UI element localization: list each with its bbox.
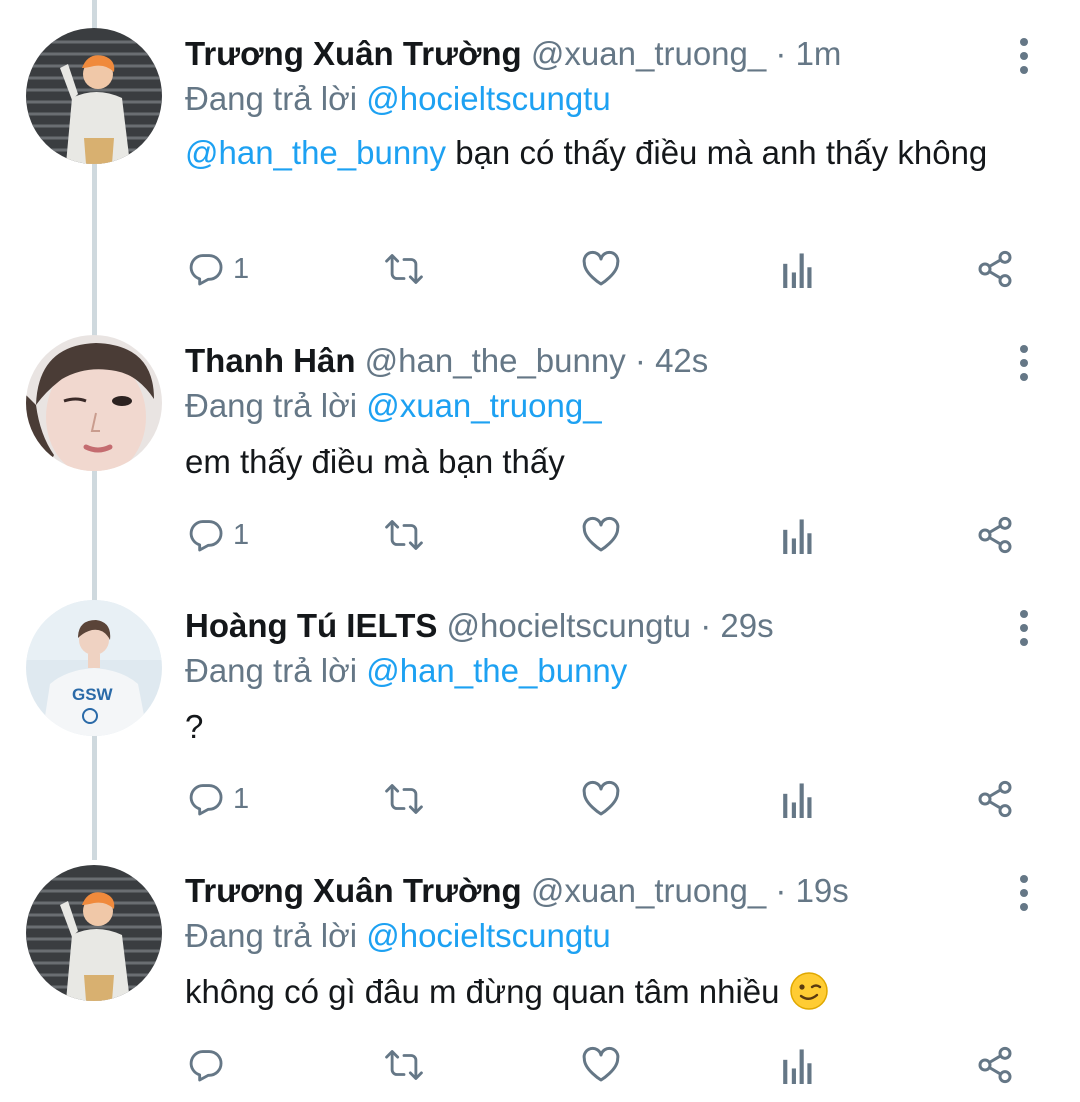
- reply-count: 1: [233, 782, 250, 815]
- tweet-text-content: không có gì đâu m đừng quan tâm nhiều: [185, 973, 780, 1010]
- display-name[interactable]: Hoàng Tú IELTS: [185, 607, 437, 644]
- reply-button[interactable]: [187, 1040, 233, 1090]
- share-icon: [978, 516, 1012, 554]
- like-icon: [582, 250, 620, 286]
- share-button[interactable]: [975, 1040, 1015, 1090]
- retweet-icon: [385, 1050, 423, 1080]
- user-handle[interactable]: @han_the_bunny: [365, 342, 626, 379]
- analytics-icon: [783, 253, 812, 288]
- share-button[interactable]: [975, 774, 1015, 824]
- tweet-text-content: bạn có thấy điều mà anh thấy không: [446, 134, 988, 171]
- shirt-print: GSW: [72, 685, 114, 704]
- more-options-icon[interactable]: [1010, 608, 1038, 648]
- replying-to: Đang trả lời @hocieltscungtu: [185, 913, 611, 959]
- reply-count: 1: [233, 518, 250, 551]
- share-icon: [978, 1046, 1012, 1084]
- avatar[interactable]: [26, 335, 162, 471]
- reply-count: 1: [233, 252, 250, 285]
- person-gsw-shirt-avatar: GSW: [26, 600, 162, 736]
- like-icon: [582, 1046, 620, 1082]
- avatar[interactable]: GSW: [26, 600, 162, 736]
- retweet-icon: [385, 520, 423, 550]
- display-name[interactable]: Trương Xuân Trường: [185, 872, 522, 909]
- reply-icon: [189, 784, 223, 816]
- tweet-actions: [0, 1040, 1080, 1096]
- analytics-icon: [783, 1049, 812, 1084]
- replying-to-mention[interactable]: @han_the_bunny: [366, 652, 627, 689]
- tweet-actions: 1: [0, 510, 1080, 566]
- tweet-text: không có gì đâu m đừng quan tâm nhiều: [185, 971, 1005, 1013]
- retweet-icon: [385, 784, 423, 814]
- reply-button[interactable]: 1: [187, 244, 249, 294]
- person-closeup-winking-avatar: [26, 335, 162, 471]
- analytics-button[interactable]: [779, 244, 815, 294]
- reply-icon: [189, 1050, 223, 1082]
- analytics-button[interactable]: [779, 774, 815, 824]
- tweet-text: em thấy điều mà bạn thấy: [185, 441, 1005, 483]
- analytics-button[interactable]: [779, 510, 815, 560]
- avatar[interactable]: [26, 28, 162, 164]
- replying-to-label: Đang trả lời: [185, 652, 358, 689]
- like-button[interactable]: [581, 774, 621, 824]
- analytics-icon: [783, 783, 812, 818]
- tweet-header: Thanh Hân @han_the_bunny · 42s: [185, 337, 985, 385]
- tweet-header: Trương Xuân Trường @xuan_truong_ · 1m: [185, 30, 985, 78]
- like-button[interactable]: [581, 244, 621, 294]
- more-options-icon[interactable]: [1010, 36, 1038, 76]
- tweet[interactable]: Trương Xuân Trường @xuan_truong_ · 1m Đa…: [0, 0, 1080, 265]
- replying-to-label: Đang trả lời: [185, 917, 358, 954]
- tweet-time[interactable]: · 29s: [700, 607, 773, 644]
- replying-to: Đang trả lời @xuan_truong_: [185, 383, 602, 429]
- person-orange-hair-avatar: [26, 865, 162, 1001]
- tweet-text: @han_the_bunny bạn có thấy điều mà anh t…: [185, 132, 1005, 174]
- tweet-time[interactable]: · 1m: [775, 35, 841, 72]
- user-handle[interactable]: @xuan_truong_: [531, 872, 766, 909]
- more-options-icon[interactable]: [1010, 873, 1038, 913]
- display-name[interactable]: Thanh Hân: [185, 342, 356, 379]
- avatar[interactable]: [26, 865, 162, 1001]
- like-icon: [582, 516, 620, 552]
- like-button[interactable]: [581, 1040, 621, 1090]
- person-orange-hair-avatar: [26, 28, 162, 164]
- retweet-icon: [385, 254, 423, 284]
- replying-to-mention[interactable]: @hocieltscungtu: [366, 80, 610, 117]
- retweet-button[interactable]: [382, 774, 426, 824]
- user-handle[interactable]: @xuan_truong_: [531, 35, 766, 72]
- tweet-header: Trương Xuân Trường @xuan_truong_ · 19s: [185, 867, 985, 915]
- display-name[interactable]: Trương Xuân Trường: [185, 35, 522, 72]
- replying-to: Đang trả lời @hocieltscungtu: [185, 76, 611, 122]
- share-icon: [978, 780, 1012, 818]
- tweet-text-content: em thấy điều mà bạn thấy: [185, 443, 565, 480]
- analytics-icon: [783, 519, 812, 554]
- tweet-header: Hoàng Tú IELTS @hocieltscungtu · 29s: [185, 602, 985, 650]
- tweet-time[interactable]: · 19s: [775, 872, 848, 909]
- like-icon: [582, 780, 620, 816]
- user-handle[interactable]: @hocieltscungtu: [447, 607, 691, 644]
- replying-to-mention[interactable]: @xuan_truong_: [366, 387, 601, 424]
- tweet-text: ?: [185, 706, 1005, 748]
- tweet-actions: 1: [0, 774, 1080, 830]
- tweet-actions: 1: [0, 244, 1080, 300]
- share-icon: [978, 250, 1012, 288]
- tweet-text-content: ?: [185, 708, 204, 745]
- more-options-icon[interactable]: [1010, 343, 1038, 383]
- winking-face-emoji: [789, 972, 828, 1010]
- replying-to-label: Đang trả lời: [185, 387, 358, 424]
- reply-icon: [189, 520, 223, 552]
- reply-icon: [189, 254, 223, 286]
- like-button[interactable]: [581, 510, 621, 560]
- retweet-button[interactable]: [382, 1040, 426, 1090]
- text-mention[interactable]: @han_the_bunny: [185, 134, 446, 171]
- share-button[interactable]: [975, 510, 1015, 560]
- analytics-button[interactable]: [779, 1040, 815, 1090]
- replying-to-mention[interactable]: @hocieltscungtu: [366, 917, 610, 954]
- tweet-time[interactable]: · 42s: [635, 342, 708, 379]
- retweet-button[interactable]: [382, 510, 426, 560]
- share-button[interactable]: [975, 244, 1015, 294]
- retweet-button[interactable]: [382, 244, 426, 294]
- replying-to-label: Đang trả lời: [185, 80, 358, 117]
- reply-button[interactable]: 1: [187, 510, 249, 560]
- reply-button[interactable]: 1: [187, 774, 249, 824]
- replying-to: Đang trả lời @han_the_bunny: [185, 648, 627, 694]
